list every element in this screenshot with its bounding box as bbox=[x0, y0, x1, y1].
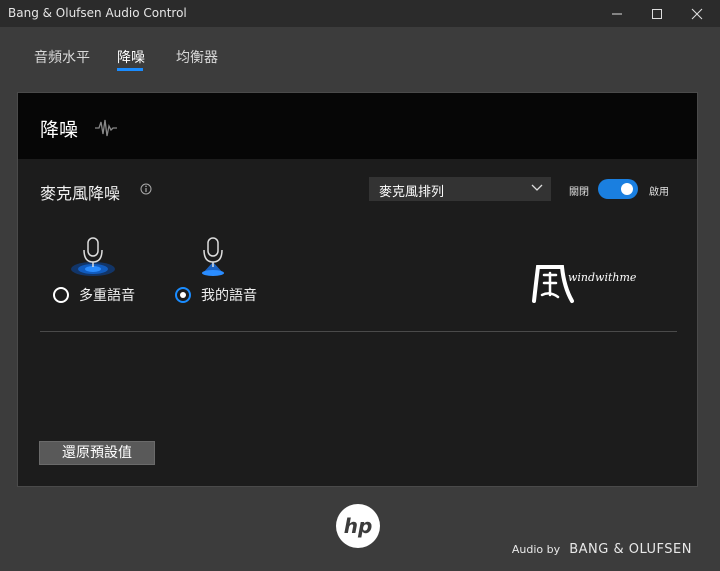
option-multi-voice[interactable]: 多重語音 bbox=[53, 285, 135, 305]
section-divider bbox=[40, 331, 677, 332]
tab-equalizer[interactable]: 均衡器 bbox=[176, 47, 218, 67]
noise-reduction-toggle[interactable] bbox=[598, 179, 638, 199]
minimize-icon bbox=[612, 13, 622, 14]
mic-array-dropdown[interactable]: 麥克風排列 bbox=[369, 177, 551, 201]
brand-label: Audio by BANG & OLUFSEN bbox=[512, 538, 692, 557]
maximize-button[interactable] bbox=[640, 0, 674, 27]
watermark: windwithme bbox=[526, 261, 636, 309]
chevron-down-icon bbox=[531, 184, 543, 191]
watermark-text: windwithme bbox=[568, 271, 637, 284]
reset-defaults-button[interactable]: 還原預設值 bbox=[39, 441, 155, 465]
maximize-icon bbox=[652, 8, 662, 19]
radio-my-voice[interactable] bbox=[175, 287, 191, 303]
panel-header: 降噪 bbox=[18, 93, 697, 159]
toggle-knob bbox=[621, 183, 633, 195]
option-my-voice-label: 我的語音 bbox=[201, 288, 257, 304]
tab-bar: 音頻水平 降噪 均衡器 bbox=[0, 27, 720, 87]
close-icon bbox=[691, 8, 703, 19]
waveform-icon bbox=[95, 119, 117, 137]
toggle-off-label: 關閉 bbox=[569, 187, 589, 198]
brand-small-text: Audio by bbox=[511, 543, 561, 556]
info-icon[interactable] bbox=[140, 183, 152, 195]
option-multi-voice-label: 多重語音 bbox=[79, 288, 135, 304]
brand-name-text: BANG & OLUFSEN bbox=[569, 542, 692, 557]
hp-logo-text: hp bbox=[344, 514, 373, 538]
tab-noise-reduction[interactable]: 降噪 bbox=[117, 47, 145, 67]
mic-noise-reduction-title: 麥克風降噪 bbox=[40, 184, 121, 203]
window-title: Bang & Olufsen Audio Control bbox=[8, 6, 187, 20]
tab-audio-level[interactable]: 音頻水平 bbox=[34, 47, 90, 67]
microphone-multi-icon bbox=[71, 237, 115, 276]
panel-title: 降噪 bbox=[40, 119, 79, 141]
minimize-button[interactable] bbox=[600, 0, 634, 27]
active-tab-indicator bbox=[117, 68, 143, 71]
close-button[interactable] bbox=[680, 0, 714, 27]
radio-multi-voice[interactable] bbox=[53, 287, 69, 303]
title-bar: Bang & Olufsen Audio Control bbox=[0, 0, 720, 27]
noise-reduction-panel: 降噪 麥克風降噪 麥克風排列 關閉 啟用 多重語音 我的語音 windwithm… bbox=[17, 92, 698, 487]
microphone-single-icon bbox=[202, 237, 224, 276]
option-my-voice[interactable]: 我的語音 bbox=[175, 285, 257, 305]
hp-logo: hp bbox=[336, 504, 380, 548]
toggle-on-label: 啟用 bbox=[649, 187, 669, 198]
dropdown-value: 麥克風排列 bbox=[379, 185, 445, 200]
